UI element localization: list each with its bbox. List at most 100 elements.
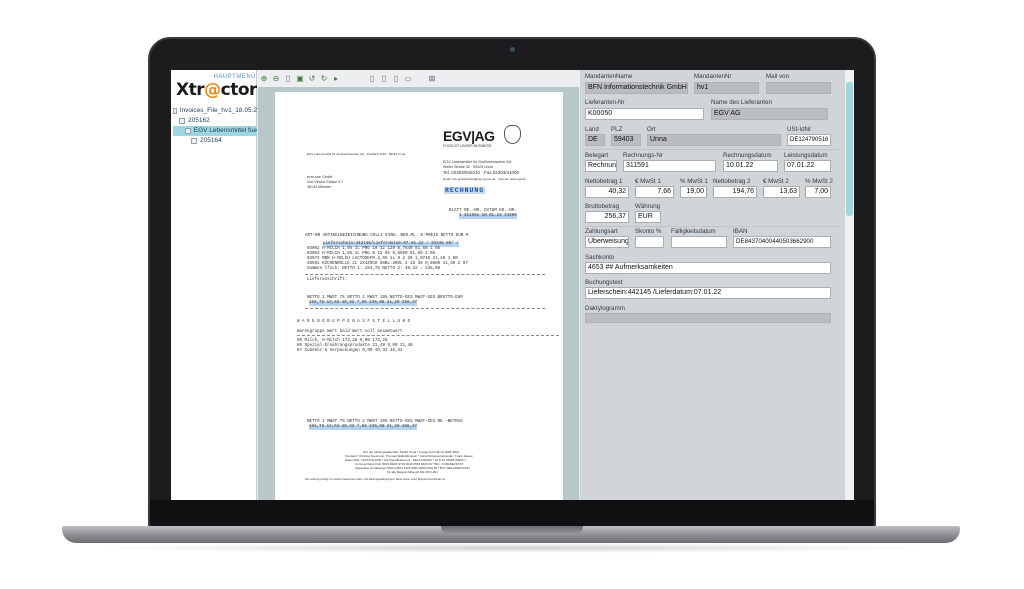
- mandant-nr-field[interactable]: hv1: [694, 82, 759, 94]
- plz-field[interactable]: 59403: [611, 134, 641, 146]
- mail-von-field[interactable]: [766, 82, 831, 94]
- sender-line: EGV Lebensmittel für Großverbraucher AG …: [307, 152, 406, 156]
- sachkonto-field[interactable]: 4653 ## Aufmerksamkeiten: [585, 262, 831, 274]
- invoice-line: Summen lfsch: NETTO 1: 194,76 NETTO 2: 4…: [307, 267, 441, 271]
- tree-item-root[interactable]: Invoices_File_hv1_18.05.2: [173, 106, 257, 116]
- land-label: Land: [585, 126, 599, 133]
- rechnungsdatum-field[interactable]: 10.01.22: [723, 160, 778, 172]
- tree-item-205162[interactable]: 205162: [173, 116, 257, 126]
- lieferanten-nr-field[interactable]: K00050: [585, 108, 704, 120]
- belegart-field[interactable]: Rechnung: [585, 160, 617, 172]
- zoom-in-icon[interactable]: ⊕: [259, 74, 269, 84]
- scrollbar-thumb[interactable]: [846, 82, 853, 216]
- ust-idnr-field[interactable]: DE124790516: [787, 134, 831, 146]
- iban-label: IBAN: [733, 228, 748, 235]
- rotate-right-icon[interactable]: ↻: [319, 74, 329, 84]
- divider: [305, 308, 545, 309]
- mail-von-label: Mail von: [766, 73, 790, 80]
- iban-field[interactable]: DE84370400440503662900: [733, 236, 831, 248]
- folder-icon: [173, 108, 177, 114]
- leistungsdatum-label: Leistungsdatum: [784, 152, 828, 159]
- mwst1-label: € MwSt 1: [635, 178, 661, 185]
- brutto-field[interactable]: 256,37: [585, 211, 629, 223]
- rechnungs-nr-field[interactable]: 311591: [623, 160, 716, 172]
- buchungstext-label: Buchungstext: [585, 279, 623, 286]
- laptop-notch: [441, 526, 583, 535]
- footer-totals-values: 194,76 13,63 40,32 7,66 235,08 21,29 256…: [309, 425, 418, 430]
- plz-label: PLZ: [611, 126, 623, 133]
- tree-item-selected-document[interactable]: EGV Lebensmittel fue: [173, 126, 257, 136]
- ust-idnr-label: USt-IdNr: [787, 126, 812, 133]
- extraction-form: MandantenName BFN Informationstechnik Gm…: [580, 70, 845, 500]
- delivery-address-label: Lieferanschrift:: [307, 278, 348, 282]
- mandant-nr-label: MandantenNr: [694, 73, 732, 80]
- waehrung-label: Währung: [635, 203, 661, 210]
- netto1-field[interactable]: 40,32: [585, 186, 629, 198]
- waehrung-field[interactable]: EUR: [635, 211, 661, 223]
- mwst1-field[interactable]: 7,66: [635, 186, 674, 198]
- divider: [583, 149, 840, 150]
- next-page-icon[interactable]: ▸: [331, 74, 341, 84]
- rechnungsdatum-label: Rechnungsdatum: [723, 152, 772, 159]
- file-tree: Invoices_File_hv1_18.05.2 205162 EGV Leb…: [173, 106, 257, 146]
- viewer-toolbar: ⊕ ⊖ ▯ ▣ ↺ ↻ ▸ ▯ ▯ ▯ ▭ ⊠: [257, 70, 580, 87]
- faelligkeit-label: Fälligkeitsdatum: [671, 228, 716, 235]
- belegart-label: Belegart: [585, 152, 609, 159]
- recipient-line: ecm-one GmbH: [307, 175, 333, 179]
- buchungstext-field[interactable]: Lieferschein:442145 /Lieferdatum:07.01.2…: [585, 287, 831, 299]
- skonto-field[interactable]: [635, 236, 664, 248]
- document-title: RECHNUNG: [444, 187, 486, 194]
- tree-item-205164[interactable]: 205164: [173, 136, 257, 146]
- group-line: 87 Zubehör & Verpackungen 0,00 40,32 40,…: [297, 349, 403, 353]
- last-page-icon[interactable]: ▯: [391, 74, 401, 84]
- page-icon[interactable]: ▯: [283, 74, 293, 84]
- pct-mwst2-label: % MwSt 2: [805, 178, 833, 185]
- lieferanten-name-label: Name des Lieferanten: [711, 99, 772, 106]
- close-document-icon[interactable]: ⊠: [427, 74, 437, 84]
- document-icon: [185, 128, 191, 134]
- document-icon: [191, 138, 197, 144]
- leistungsdatum-field[interactable]: 07.01.22: [784, 160, 831, 172]
- skonto-label: Skonto %: [635, 228, 662, 235]
- app-logo: Xtr@ctor HAUPTMENÜ: [176, 74, 257, 100]
- rechnungs-nr-label: Rechnungs-Nr: [623, 152, 663, 159]
- first-page-icon[interactable]: ▯: [367, 74, 377, 84]
- legal-line: Die Lieferung erfolgt zu unseren bekannt…: [305, 478, 446, 481]
- rotate-left-icon[interactable]: ↺: [307, 74, 317, 84]
- legal-line: für alle Bargeschäfte gilt DE-ÖKO-001: [387, 470, 438, 474]
- fit-page-icon[interactable]: ▣: [295, 74, 305, 84]
- mandant-name-label: MandantenName: [585, 73, 633, 80]
- lieferanten-name-field[interactable]: EGV AG: [711, 108, 828, 120]
- faelligkeit-field[interactable]: [671, 236, 727, 248]
- sender-block-line: EGV Lebensmittel für Großverbraucher AG: [443, 160, 512, 164]
- folder-icon: [179, 118, 185, 124]
- ort-label: Ort: [647, 126, 656, 133]
- sender-block-line: Email: info.einzelhandel@egv-group.de · …: [443, 177, 526, 181]
- ort-field[interactable]: Unna: [647, 134, 781, 146]
- document-canvas: EGV|AG FOOD IST UNSER BUSINESS EGV Leben…: [258, 87, 579, 500]
- zahlungsart-field[interactable]: Überweisung: [585, 236, 629, 248]
- zoom-out-icon[interactable]: ⊖: [271, 74, 281, 84]
- daktylogramm-field[interactable]: [585, 313, 831, 323]
- form-scrollbar[interactable]: [845, 70, 854, 500]
- company-logo: EGV|AG: [443, 128, 495, 144]
- land-field[interactable]: DE: [585, 134, 605, 146]
- previous-page-icon[interactable]: ▯: [379, 74, 389, 84]
- divider: [305, 274, 545, 275]
- divider: [297, 335, 559, 336]
- main-menu-link[interactable]: HAUPTMENÜ: [213, 74, 256, 80]
- document-viewer: ⊕ ⊖ ▯ ▣ ↺ ↻ ▸ ▯ ▯ ▯ ▭ ⊠ EGV|AG FOOD IST …: [257, 70, 580, 500]
- text-select-icon[interactable]: ▭: [403, 74, 413, 84]
- daktylogramm-label: Daktylogramm: [585, 305, 625, 312]
- pct-mwst2-field[interactable]: 7,00: [805, 186, 831, 198]
- mwst2-field[interactable]: 13,63: [763, 186, 800, 198]
- meta-values: 1 311591 10.01.22 21909: [459, 214, 517, 219]
- sachkonto-label: Sachkonto: [585, 254, 615, 261]
- pct-mwst1-field[interactable]: 19,00: [680, 186, 707, 198]
- netto2-field[interactable]: 194,76: [713, 186, 757, 198]
- mandant-name-field[interactable]: BFN Informationstechnik GmbH: [585, 82, 688, 94]
- camera-icon: [510, 47, 515, 52]
- pct-mwst1-label: % MwSt 1: [680, 178, 708, 185]
- sender-block-line: Tel. 02303/942010 · Fax 02303/41000: [443, 170, 520, 175]
- laptop-shadow: [90, 543, 934, 553]
